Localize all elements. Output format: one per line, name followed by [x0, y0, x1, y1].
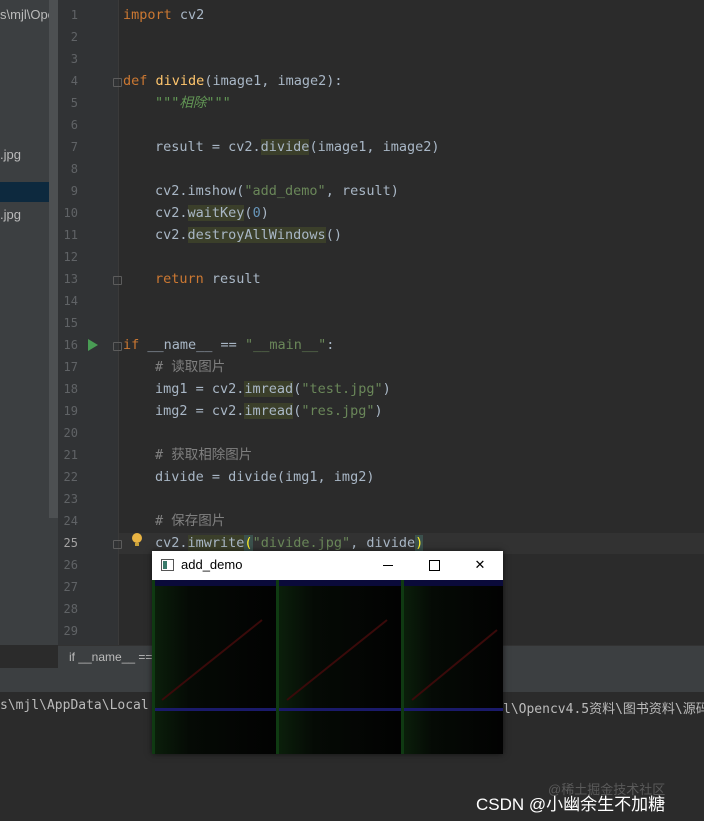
code-line[interactable]: cv2.destroyAllWindows()	[155, 225, 342, 245]
line-number: 9	[70, 184, 78, 198]
code-line[interactable]: # 读取图片	[155, 357, 225, 377]
project-file-item[interactable]: .jpg	[0, 147, 21, 162]
line-number: 29	[63, 624, 78, 638]
minimize-button[interactable]	[365, 551, 411, 580]
line-number: 5	[70, 96, 78, 110]
line-number: 8	[70, 162, 78, 176]
line-number: 2	[70, 30, 78, 44]
line-number: 21	[63, 448, 78, 462]
project-file-item[interactable]: .jpg	[0, 207, 21, 222]
line-number: 20	[63, 426, 78, 440]
line-number: 22	[63, 470, 78, 484]
fold-icon[interactable]	[113, 540, 122, 549]
line-number: 16	[63, 338, 78, 352]
app-icon	[161, 559, 174, 571]
line-number: 13	[63, 272, 78, 286]
close-button[interactable]: ✕	[457, 551, 503, 580]
line-number: 4	[70, 74, 78, 88]
code-line[interactable]: cv2.imshow("add_demo", result)	[155, 181, 399, 201]
code-line[interactable]: # 获取相除图片	[155, 445, 252, 465]
line-number: 23	[63, 492, 78, 506]
breadcrumb-item[interactable]: if __name__ ==	[69, 650, 152, 664]
fold-icon[interactable]	[113, 276, 122, 285]
code-line[interactable]: if __name__ == "__main__":	[123, 335, 334, 355]
line-number: 24	[63, 514, 78, 528]
code-line[interactable]: """相除"""	[155, 93, 231, 113]
code-line[interactable]: result = cv2.divide(image1, image2)	[155, 137, 440, 157]
line-number: 7	[70, 140, 78, 154]
line-number: 14	[63, 294, 78, 308]
line-number: 1	[70, 8, 78, 22]
code-line[interactable]: divide = divide(img1, img2)	[155, 467, 374, 487]
maximize-button[interactable]	[411, 551, 457, 580]
console-output-left: s\mjl\AppData\Local	[0, 698, 149, 713]
line-number: 15	[63, 316, 78, 330]
line-number: 18	[63, 382, 78, 396]
line-number: 6	[70, 118, 78, 132]
code-line[interactable]: def divide(image1, image2):	[123, 71, 342, 91]
divided-image	[152, 580, 503, 754]
fold-icon[interactable]	[113, 78, 122, 87]
code-line[interactable]: cv2.waitKey(0)	[155, 203, 269, 223]
code-line[interactable]: return result	[155, 269, 261, 289]
line-number-current: 25	[63, 536, 78, 550]
line-number: 11	[63, 228, 78, 242]
code-line-current[interactable]: cv2.imwrite("divide.jpg", divide)	[155, 533, 424, 553]
minimize-icon	[383, 565, 393, 566]
line-number: 28	[63, 602, 78, 616]
maximize-icon	[428, 560, 440, 571]
line-number: 27	[63, 580, 78, 594]
line-number: 10	[63, 206, 78, 220]
run-icon[interactable]	[88, 339, 98, 351]
code-line[interactable]: img1 = cv2.imread("test.jpg")	[155, 379, 391, 399]
divided-image-render	[152, 580, 503, 754]
line-number: 19	[63, 404, 78, 418]
window-title: add_demo	[181, 557, 243, 572]
code-line[interactable]: # 保存图片	[155, 511, 225, 531]
imshow-window[interactable]: add_demo ✕	[152, 551, 503, 754]
code-line[interactable]: import cv2	[123, 5, 204, 25]
watermark-csdn: CSDN @小幽余生不加糖	[476, 795, 666, 814]
line-number: 26	[63, 558, 78, 572]
project-scrollbar[interactable]	[49, 0, 58, 518]
lightbulb-icon[interactable]	[132, 533, 142, 546]
window-titlebar[interactable]: add_demo ✕	[152, 551, 503, 580]
line-number: 3	[70, 52, 78, 66]
project-selected-row[interactable]	[0, 182, 50, 202]
line-number: 12	[63, 250, 78, 264]
console-output-right: l\Opencv4.5资料\图书资料\源码	[503, 702, 704, 717]
project-panel: s\mjl\Openc .jpg .jpg	[0, 0, 58, 645]
code-line[interactable]: img2 = cv2.imread("res.jpg")	[155, 401, 383, 421]
line-number: 17	[63, 360, 78, 374]
close-icon: ✕	[474, 558, 486, 573]
fold-icon[interactable]	[113, 342, 122, 351]
